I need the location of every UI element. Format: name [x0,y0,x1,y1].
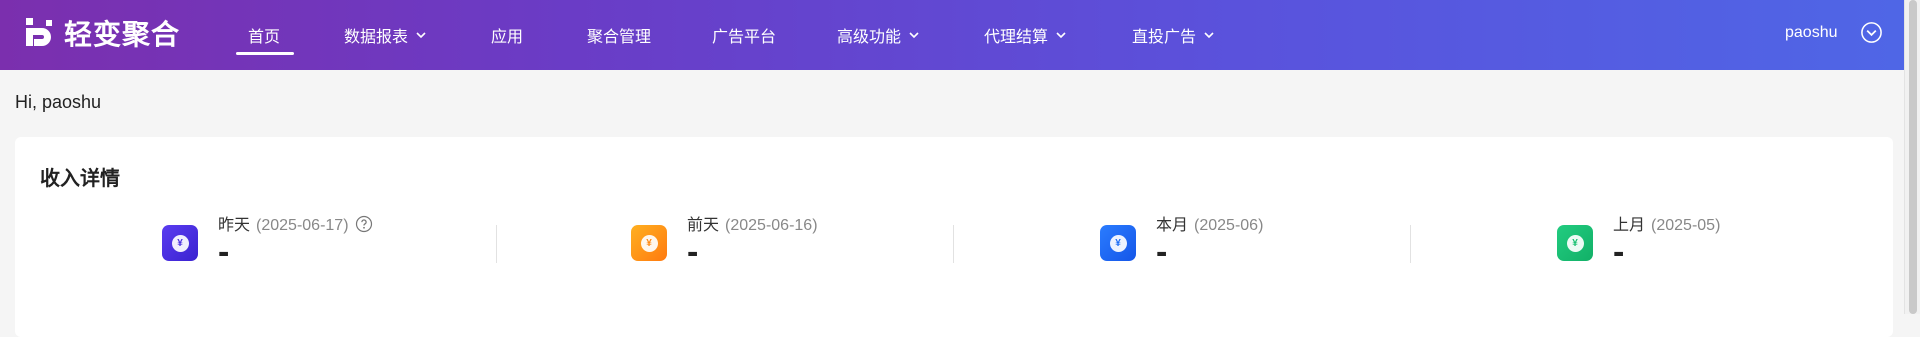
greeting-text: Hi, paoshu [15,92,102,112]
stat-label: 本月 [1156,217,1189,234]
user-name[interactable]: paoshu [1785,0,1838,65]
nav-active-indicator [236,52,294,55]
stat-divider [496,225,497,263]
nav-item-advanced-features[interactable]: 高级功能 [837,0,921,70]
coin-icon: ¥ [1557,225,1593,261]
stat-value: - [1156,233,1168,271]
nav-item-label: 应用 [491,29,524,46]
coin-icon: ¥ [631,225,667,261]
stat-divider [953,225,954,263]
stat-value: - [687,233,699,271]
nav-item-ad-platforms[interactable]: 广告平台 [712,0,776,70]
nav-item-label: 数据报表 [344,29,409,46]
nav-item-label: 直投广告 [1132,29,1197,46]
stat-date: (2025-06) [1194,217,1264,234]
chevron-down-icon [416,32,426,39]
top-navigation-bar: 轻变聚合 首页 数据报表 应用 聚合管理 广告平台 高级功能 代理结算 直投广告… [0,0,1904,70]
stat-divider [1410,225,1411,263]
nav-item-agent-settlement[interactable]: 代理结算 [984,0,1068,70]
chevron-down-icon [1056,32,1066,39]
nav-item-aggregation-management[interactable]: 聚合管理 [587,0,651,70]
user-menu-chevron-icon[interactable] [1860,21,1883,44]
stat-date: (2025-05) [1651,217,1721,234]
logo-icon [26,18,52,46]
help-icon[interactable] [355,215,373,233]
logo-text: 轻变聚合 [64,18,181,51]
income-details-card: 收入详情 ¥ 昨天 (2025-06-17) - ¥ 前天 (2025-06-16)… [15,137,1893,337]
chevron-down-icon [909,32,919,39]
nav-item-data-reports[interactable]: 数据报表 [344,0,428,70]
nav-item-label: 聚合管理 [587,29,652,46]
nav-item-label: 代理结算 [984,29,1049,46]
stat-date: (2025-06-16) [725,217,818,234]
nav-item-apps[interactable]: 应用 [491,0,523,70]
nav-item-label: 高级功能 [837,29,902,46]
coin-icon: ¥ [162,225,198,261]
nav-item-label: 广告平台 [712,29,777,46]
stat-label: 昨天 [218,217,251,234]
nav-item-direct-ads[interactable]: 直投广告 [1132,0,1216,70]
app-logo[interactable]: 轻变聚合 [24,16,181,51]
scrollbar-thumb[interactable] [1909,0,1917,314]
nav-item-label: 首页 [248,29,281,46]
stat-date: (2025-06-17) [256,217,349,234]
stat-value: - [1613,233,1625,271]
chevron-down-icon [1204,32,1214,39]
nav-item-home[interactable]: 首页 [248,0,280,70]
stat-value: - [218,233,230,271]
page-scrollbar[interactable] [1904,0,1920,314]
coin-icon: ¥ [1100,225,1136,261]
stat-label: 前天 [687,217,720,234]
stat-label: 上月 [1613,217,1646,234]
card-title: 收入详情 [40,168,120,190]
